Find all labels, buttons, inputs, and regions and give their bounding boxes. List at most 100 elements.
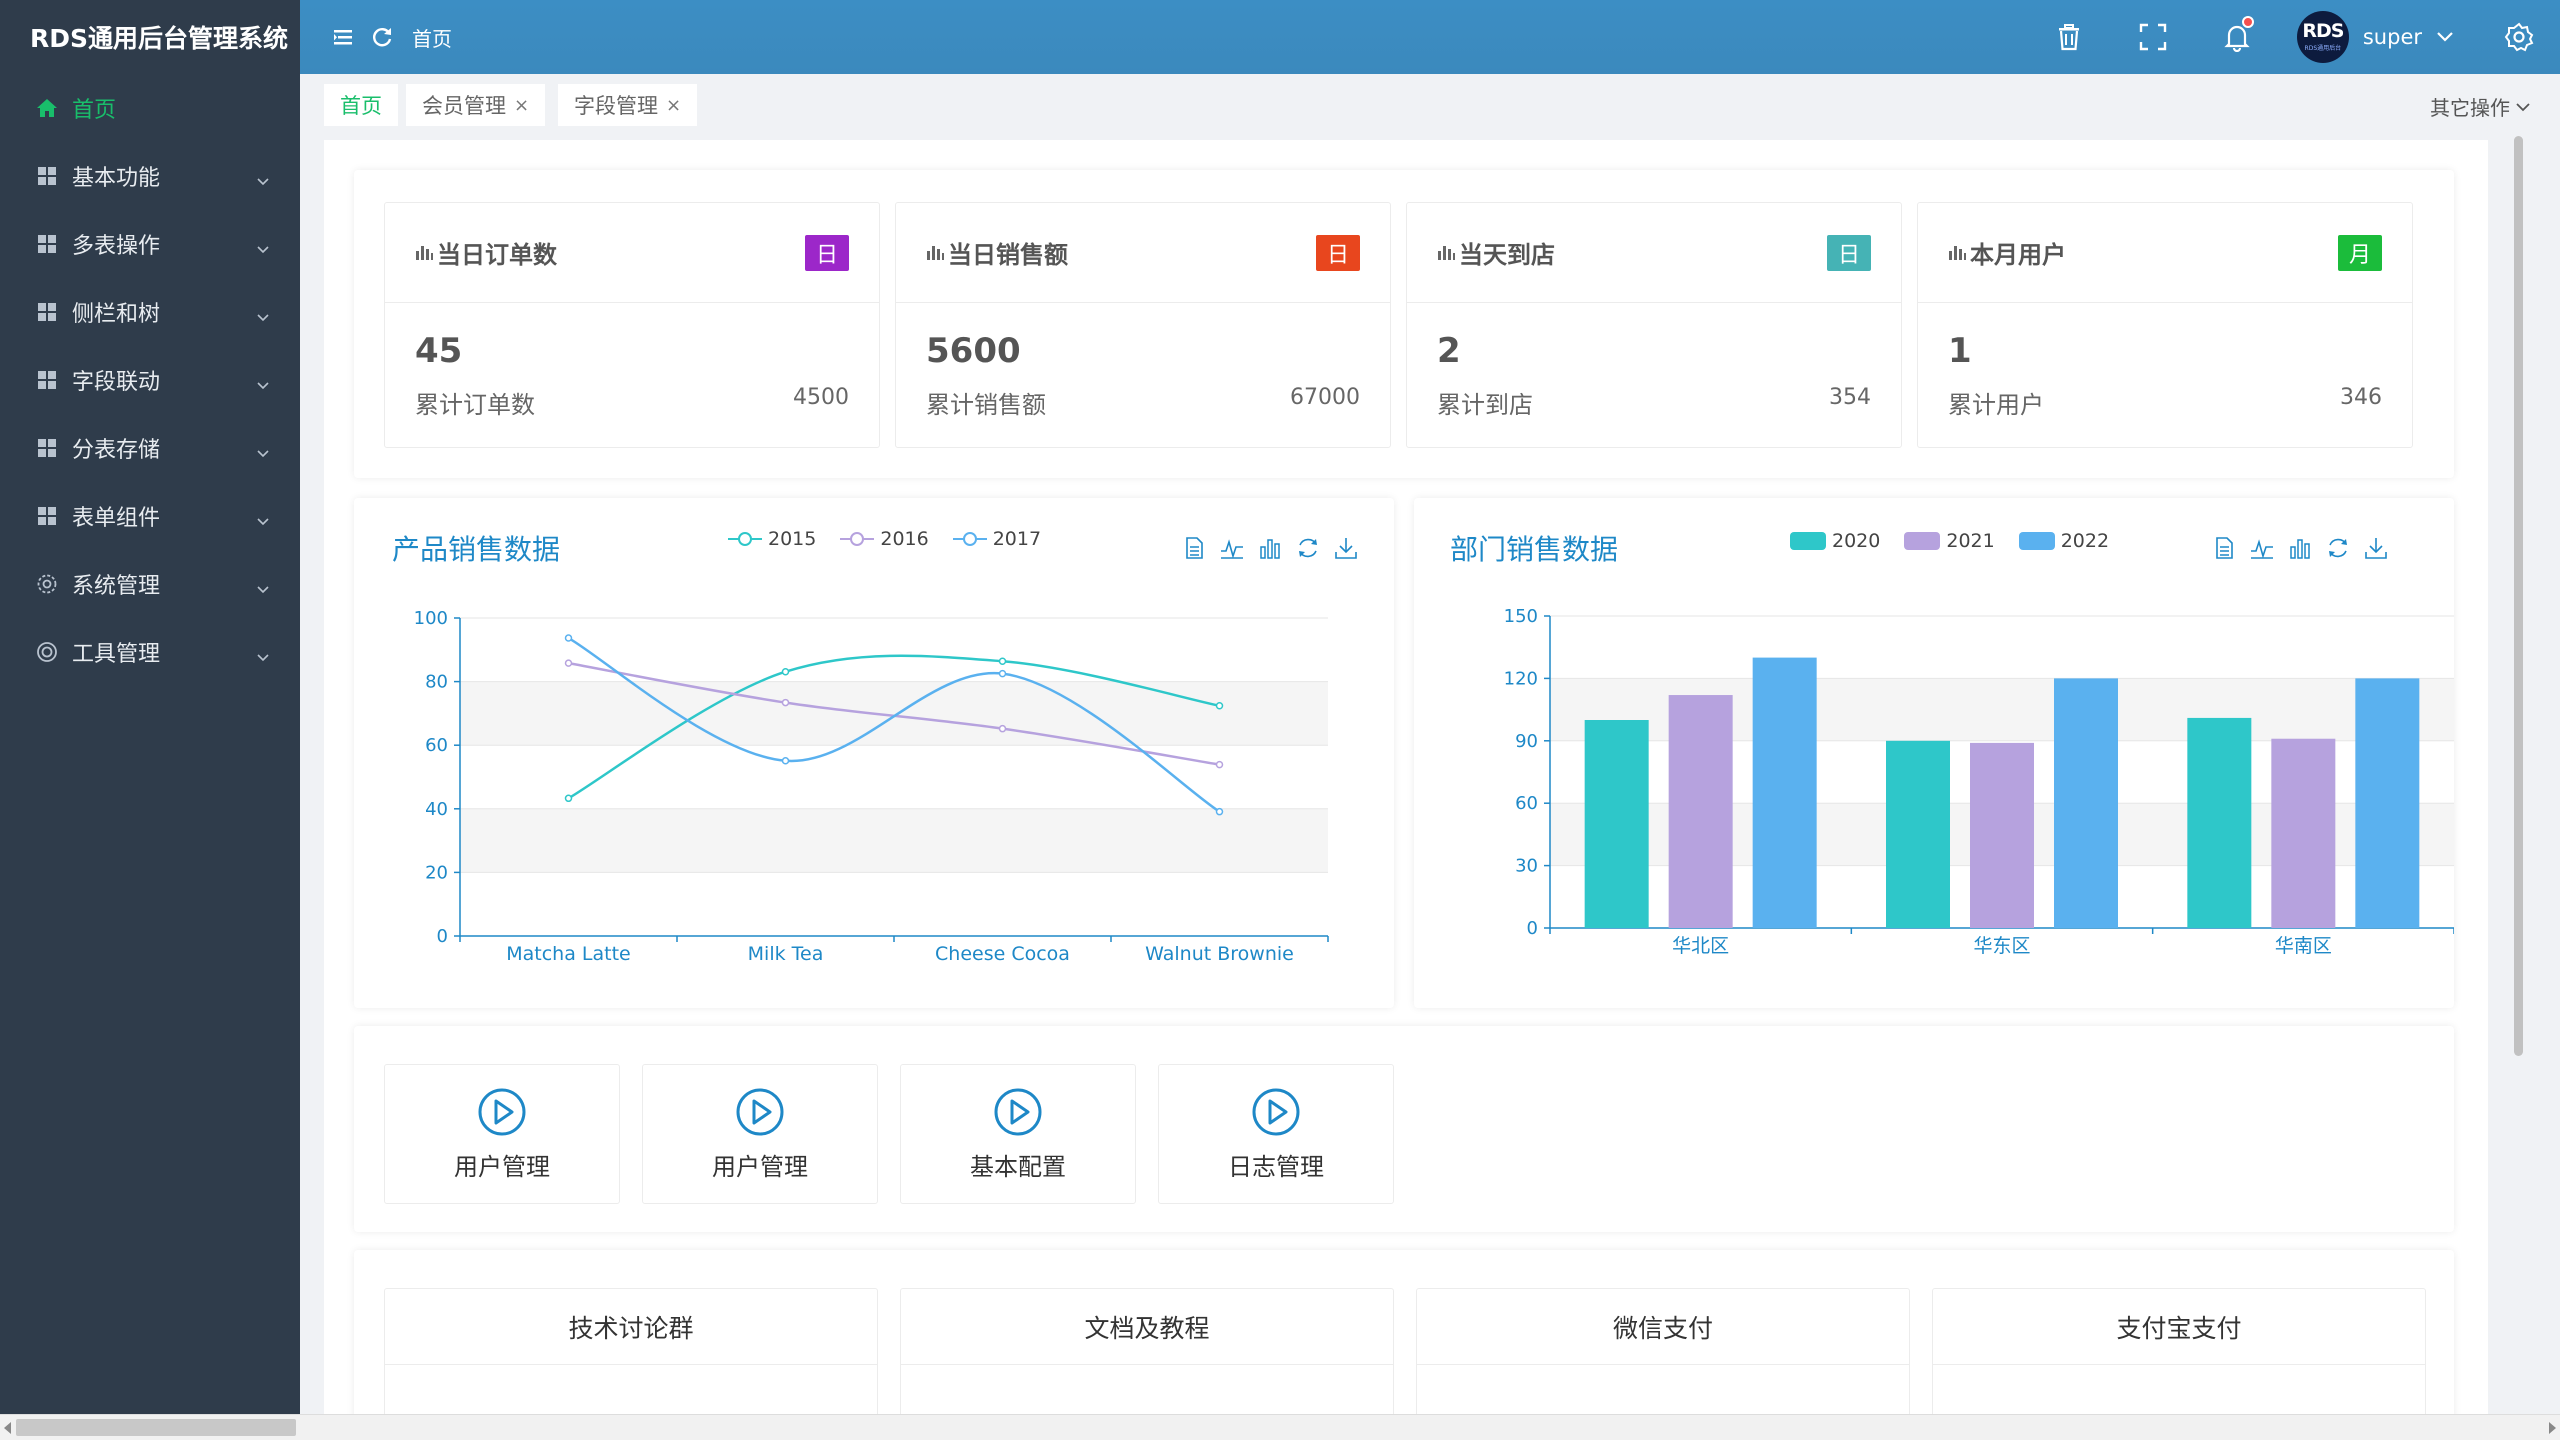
bar-2020-0[interactable] [1584,720,1649,928]
chevron-down-icon[interactable] [2436,28,2454,46]
chevron-down-icon [256,169,270,186]
scroll-right-arrow-icon[interactable] [2549,1422,2556,1434]
sidebar-item-0[interactable]: 首页 [0,74,300,142]
other-operations-label: 其它操作 [2430,96,2510,120]
other-operations-dropdown[interactable]: 其它操作 [2430,92,2530,121]
y-tick-label: 20 [425,862,448,883]
trash-icon[interactable] [2054,22,2084,52]
x-tick-label: Milk Tea [748,943,824,965]
stat-footer: 累计销售额 67000 [926,385,1360,420]
data-point[interactable] [781,757,790,765]
breadcrumb: 首页 [412,26,452,51]
y-tick-label: 60 [1515,793,1538,814]
avatar-text: RDS [2302,20,2344,42]
avatar[interactable]: RDS RDS通用后台 [2296,11,2349,63]
quick-button-label: 用户管理 [454,1152,550,1181]
scrollbar-thumb[interactable] [16,1419,296,1436]
stat-card-header: 当日订单数 日 [385,203,879,303]
grid-icon [36,233,58,255]
menu-toggle-icon[interactable] [332,26,354,48]
top-header: 首页 RDS RDS通用后台 super [300,0,2560,74]
stat-value: 2 [1437,331,1461,371]
quick-button[interactable]: 用户管理 [384,1064,620,1204]
stat-title-text: 本月用户 [1970,241,2066,269]
product-sales-panel: 产品销售数据 2015 2016 2017 0 20 40 60 80 100 Matcha L… [354,498,1394,1008]
sidebar: RDS通用后台管理系统 首页 基本功能 多表操作 侧栏和树 字段联动 分表存储 表单组件 系统… [0,0,300,1414]
horizontal-scrollbar[interactable] [0,1414,2560,1440]
chevron-down-icon [256,237,270,254]
data-point[interactable] [781,667,790,676]
stat-card-header: 当天到店 日 [1407,203,1901,303]
close-icon[interactable]: × [666,95,681,116]
tabs-bar: 首页 会员管理 × 字段管理 × 其它操作 [300,74,2560,136]
bar-2022-1[interactable] [2054,678,2118,928]
data-point[interactable] [998,657,1007,665]
data-point[interactable] [564,634,573,642]
refresh-icon[interactable] [370,25,394,49]
bar-2021-0[interactable] [1668,695,1733,928]
sidebar-item-7[interactable]: 系统管理 [0,550,300,618]
info-cards-panel: 技术讨论群 文档及教程 微信支付 支付宝支付 [354,1250,2454,1414]
data-point[interactable] [564,659,573,667]
department-sales-panel: 部门销售数据 2020 2021 2022 0 30 60 90 120 150 华北区 华东区华… [1414,498,2454,1008]
data-point[interactable] [1215,807,1224,816]
sidebar-item-1[interactable]: 基本功能 [0,142,300,210]
data-point[interactable] [998,724,1007,733]
scrollbar-thumb[interactable] [2514,136,2523,1056]
sidebar-item-label: 首页 [72,98,117,123]
vertical-scrollbar[interactable] [2510,136,2526,1414]
stat-footer: 累计用户 346 [1948,385,2382,420]
quick-button[interactable]: 基本配置 [900,1064,1136,1204]
data-point[interactable] [564,794,573,803]
close-icon[interactable]: × [514,95,529,116]
bar-2020-2[interactable] [2187,717,2252,928]
stat-title-text: 当天到店 [1459,241,1555,269]
data-point[interactable] [1215,760,1224,769]
period-badge: 日 [1827,234,1871,271]
y-tick-label: 40 [425,799,448,820]
info-card-title: 文档及教程 [901,1289,1393,1365]
sidebar-item-3[interactable]: 侧栏和树 [0,278,300,346]
home-icon [36,97,58,119]
tab-member-management[interactable]: 会员管理 × [406,84,546,126]
data-point[interactable] [1215,702,1224,710]
bar-chart-icon [1948,239,1966,267]
info-card-title: 支付宝支付 [1933,1289,2425,1365]
bar-chart: 0 30 60 90 120 150 华北区 华东区 华南区 [1504,606,2454,957]
stat-footer-label: 累计销售额 [926,391,1046,419]
chevron-down-icon [256,509,270,526]
stat-footer-label: 累计到店 [1437,391,1533,419]
bar-2021-2[interactable] [2271,738,2336,928]
sidebar-item-4[interactable]: 字段联动 [0,346,300,414]
period-badge: 月 [2338,234,2382,271]
stat-footer-value: 67000 [1290,385,1360,410]
tab-home[interactable]: 首页 [324,84,398,126]
sidebar-item-2[interactable]: 多表操作 [0,210,300,278]
gear-icon[interactable] [2504,22,2534,52]
quick-button[interactable]: 日志管理 [1158,1064,1394,1204]
y-tick-label: 80 [425,672,448,693]
username[interactable]: super [2363,25,2422,49]
x-tick-label: Cheese Cocoa [935,943,1070,965]
bar-2021-1[interactable] [1970,742,2034,928]
bell-icon[interactable] [2222,16,2254,52]
info-card: 支付宝支付 [1932,1288,2426,1414]
data-point[interactable] [781,698,790,707]
sidebar-item-5[interactable]: 分表存储 [0,414,300,482]
y-tick-label: 90 [1515,731,1538,752]
quick-button[interactable]: 用户管理 [642,1064,878,1204]
sidebar-item-6[interactable]: 表单组件 [0,482,300,550]
tab-field-management[interactable]: 字段管理 × [558,84,698,126]
data-point[interactable] [998,669,1007,678]
header-actions: RDS RDS通用后台 super [2027,0,2560,74]
sidebar-item-8[interactable]: 工具管理 [0,618,300,686]
bar-2022-2[interactable] [2355,678,2420,928]
fullscreen-icon[interactable] [2138,22,2168,52]
stats-panel: 当日订单数 日 45 累计订单数 4500 当日销售额 日 5600 累计销售额 67000 当天到… [354,170,2454,478]
play-circle-icon [735,1087,785,1141]
bar-2022-0[interactable] [1752,657,1817,928]
stat-footer-value: 4500 [793,385,849,410]
bar-2020-1[interactable] [1886,740,1950,928]
avatar-subtext: RDS通用后台 [2304,45,2342,52]
scroll-left-arrow-icon[interactable] [4,1422,11,1434]
